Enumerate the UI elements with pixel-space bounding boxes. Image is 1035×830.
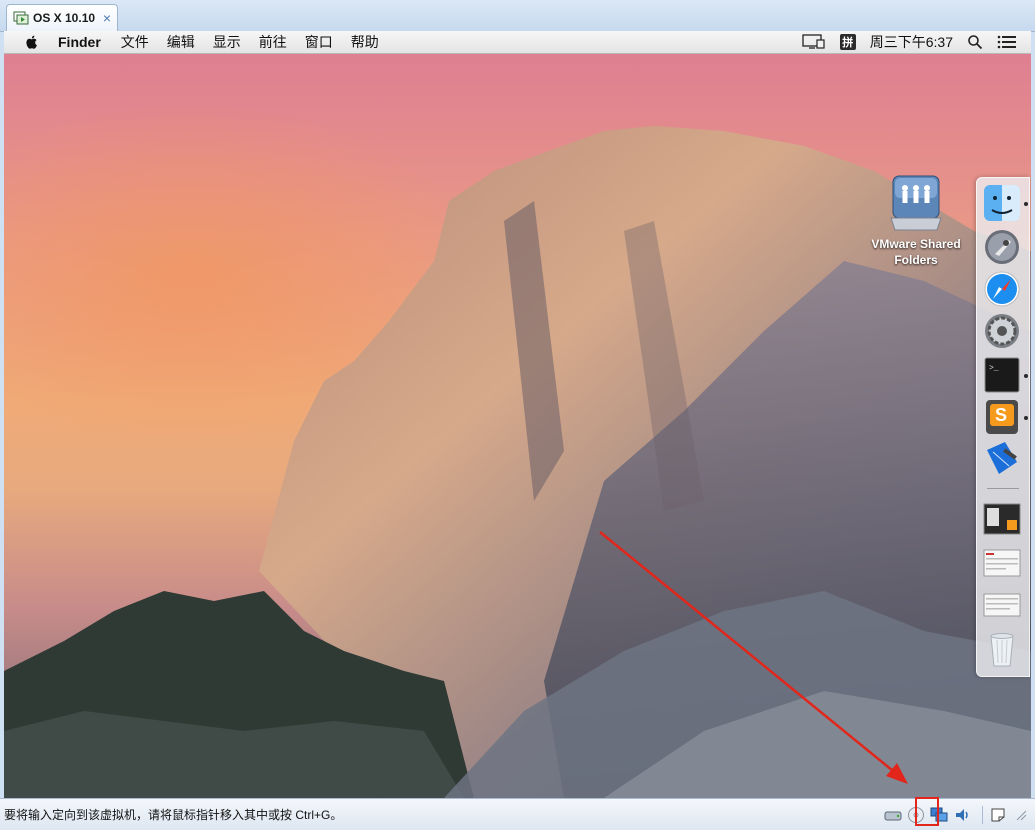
- input-method-icon[interactable]: 拼: [839, 34, 856, 50]
- sublime-text-icon[interactable]: S: [983, 398, 1021, 436]
- shared-folders-label-line2: Folders: [894, 253, 938, 267]
- resize-grip-icon[interactable]: [1012, 806, 1030, 824]
- safari-icon[interactable]: [983, 270, 1021, 308]
- svg-text:>_: >_: [989, 364, 999, 373]
- airplay-display-icon[interactable]: [802, 34, 826, 50]
- finder-icon[interactable]: [983, 184, 1021, 222]
- menu-extras: 拼 周三下午6:37: [802, 31, 1031, 53]
- hard-disk-icon[interactable]: [884, 806, 902, 824]
- menu-file[interactable]: 文件: [121, 32, 149, 52]
- launchpad-icon[interactable]: [983, 228, 1021, 266]
- tab-os-x[interactable]: OS X 10.10 ×: [6, 4, 118, 31]
- menu-view[interactable]: 显示: [213, 32, 241, 52]
- window-thumbnail-2[interactable]: [983, 544, 1021, 582]
- menu-finder[interactable]: Finder: [58, 34, 101, 50]
- macos-menu-bar: Finder 文件 编辑 显示 前往 窗口 帮助 拼 周三下午6:37: [4, 31, 1031, 54]
- sound-card-icon[interactable]: [953, 806, 971, 824]
- menu-window[interactable]: 窗口: [305, 32, 333, 52]
- shared-folders-label-line1: VMware Shared: [871, 237, 961, 251]
- terminal-icon[interactable]: >_: [983, 356, 1021, 394]
- finder-running-dot: [1024, 202, 1028, 206]
- device-status-icons: [884, 799, 1035, 830]
- dock-separator: [987, 488, 1019, 489]
- menu-help[interactable]: 帮助: [351, 32, 379, 52]
- dock: >_ S: [976, 177, 1030, 677]
- cd-dvd-icon[interactable]: [907, 806, 925, 824]
- svg-text:S: S: [995, 405, 1007, 425]
- shared-drive-icon: [890, 175, 942, 231]
- virtual-machine-icon: [13, 11, 29, 25]
- notification-center-icon[interactable]: [997, 34, 1017, 50]
- tab-close-icon[interactable]: ×: [103, 11, 111, 25]
- tab-title: OS X 10.10: [33, 11, 96, 25]
- terminal-running-dot: [1024, 374, 1028, 378]
- message-log-icon[interactable]: [989, 806, 1007, 824]
- window-thumbnail-3[interactable]: [983, 586, 1021, 624]
- network-adapter-icon[interactable]: [930, 806, 948, 824]
- guest-screen[interactable]: Finder 文件 编辑 显示 前往 窗口 帮助 拼 周三下午6:37 VMwa…: [4, 31, 1031, 798]
- system-preferences-icon[interactable]: [983, 312, 1021, 350]
- menu-edit[interactable]: 编辑: [167, 32, 195, 52]
- wallpaper-mountain: [4, 126, 1031, 798]
- status-separator: [982, 805, 983, 824]
- xcode-icon[interactable]: [983, 440, 1021, 478]
- vmware-status-bar: 要将输入定向到该虚拟机，请将鼠标指针移入其中或按 Ctrl+G。: [0, 798, 1035, 830]
- apple-icon[interactable]: [24, 34, 40, 50]
- menu-go[interactable]: 前往: [259, 32, 287, 52]
- sublime-running-dot: [1024, 416, 1028, 420]
- menu-clock[interactable]: 周三下午6:37: [870, 32, 953, 52]
- vmware-tab-bar: OS X 10.10 ×: [0, 0, 1035, 32]
- spotlight-search-icon[interactable]: [967, 34, 983, 50]
- window-thumbnail-1[interactable]: [983, 500, 1021, 538]
- trash-icon[interactable]: [983, 630, 1021, 668]
- status-hint-text: 要将输入定向到该虚拟机，请将鼠标指针移入其中或按 Ctrl+G。: [4, 808, 343, 822]
- vmware-shared-folders-icon[interactable]: VMware Shared Folders: [864, 174, 968, 268]
